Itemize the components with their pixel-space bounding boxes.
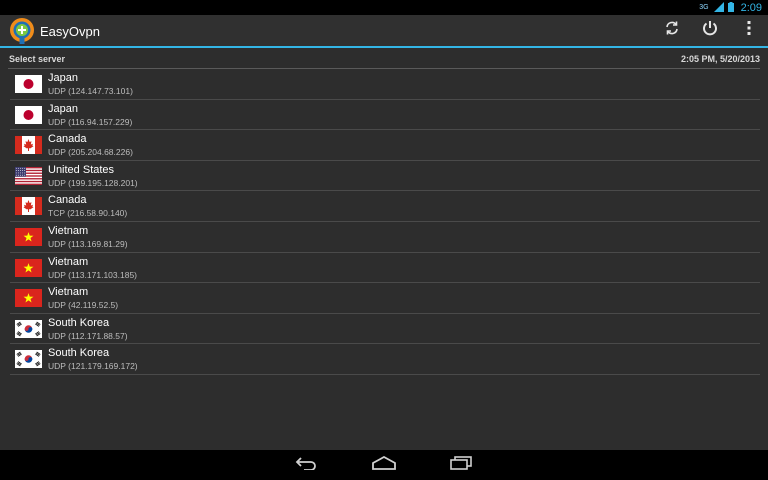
server-list-item[interactable]: Canada TCP (216.58.90.140) — [10, 191, 760, 222]
server-country: South Korea — [48, 316, 110, 329]
flag-us-icon — [15, 166, 42, 185]
refresh-button[interactable] — [654, 15, 690, 46]
navigation-bar — [0, 450, 768, 480]
app-logo-icon[interactable] — [8, 17, 36, 45]
home-icon — [371, 455, 397, 475]
server-address: UDP (113.169.81.29) — [48, 238, 128, 249]
refresh-icon — [664, 20, 680, 41]
flag-kr-icon — [15, 350, 42, 369]
server-country: Japan — [48, 72, 78, 84]
server-country: United States — [48, 163, 115, 176]
status-bar: 3G 2:09 — [0, 0, 768, 15]
select-server-label: Select server — [9, 54, 66, 64]
server-address: UDP (124.147.73.101) — [48, 86, 133, 96]
server-address: UDP (199.195.128.201) — [48, 177, 138, 188]
server-address: TCP (216.58.90.140) — [48, 208, 128, 219]
home-button[interactable] — [362, 454, 406, 476]
server-list-item[interactable]: Japan UDP (116.94.157.229) — [10, 100, 760, 131]
flag-kr-icon — [15, 319, 42, 338]
overflow-menu-icon — [747, 21, 751, 40]
server-list-item[interactable]: Japan UDP (124.147.73.101) — [10, 69, 760, 100]
server-country: South Korea — [48, 347, 110, 360]
recent-apps-button[interactable] — [439, 454, 483, 476]
server-address: UDP (205.204.68.226) — [48, 147, 133, 158]
server-country: Vietnam — [48, 255, 89, 268]
flag-jp-icon — [15, 105, 42, 124]
clock: 2:09 — [740, 1, 762, 14]
flag-vn-icon — [15, 258, 42, 277]
flag-jp-icon — [15, 75, 42, 93]
server-country: Vietnam — [48, 224, 89, 237]
server-address: UDP (112.171.88.57) — [48, 330, 128, 341]
server-list-item[interactable]: Vietnam UDP (42.119.52.5) — [10, 283, 760, 314]
server-list-item[interactable]: United States UDP (199.195.128.201) — [10, 161, 760, 192]
power-icon — [701, 19, 719, 42]
server-address: UDP (113.171.103.185) — [48, 269, 137, 280]
server-list-item[interactable]: Vietnam UDP (113.169.81.29) — [10, 222, 760, 253]
flag-ca-icon — [15, 197, 42, 216]
back-button[interactable] — [285, 454, 329, 476]
back-icon — [295, 456, 319, 475]
list-header: Select server 2:05 PM, 5/20/2013 — [0, 50, 768, 68]
app-title: EasyOvpn — [40, 24, 100, 39]
server-address: UDP (116.94.157.229) — [48, 116, 133, 127]
server-country: Japan — [48, 102, 78, 115]
connect-button[interactable] — [692, 15, 728, 46]
server-list-item[interactable]: South Korea UDP (112.171.88.57) — [10, 314, 760, 345]
overflow-menu-button[interactable] — [731, 15, 767, 46]
server-list-item[interactable]: South Korea UDP (121.179.169.172) — [10, 344, 760, 375]
server-address: UDP (121.179.169.172) — [48, 361, 138, 372]
recent-apps-icon — [449, 455, 473, 475]
flag-vn-icon — [15, 289, 42, 308]
server-country: Vietnam — [48, 286, 89, 299]
last-updated-timestamp: 2:05 PM, 5/20/2013 — [680, 54, 760, 64]
server-list-item[interactable]: Canada UDP (205.204.68.226) — [10, 130, 760, 161]
server-list: Japan UDP (124.147.73.101) Japan UDP (11… — [10, 69, 760, 375]
network-type-label: 3G — [699, 4, 709, 11]
server-address: UDP (42.119.52.5) — [48, 300, 119, 311]
flag-vn-icon — [15, 227, 42, 246]
server-country: Canada — [48, 133, 87, 146]
server-list-item[interactable]: Vietnam UDP (113.171.103.185) — [10, 253, 760, 284]
action-bar: EasyOvpn — [0, 15, 768, 48]
server-country: Canada — [48, 194, 87, 207]
flag-ca-icon — [15, 136, 42, 155]
